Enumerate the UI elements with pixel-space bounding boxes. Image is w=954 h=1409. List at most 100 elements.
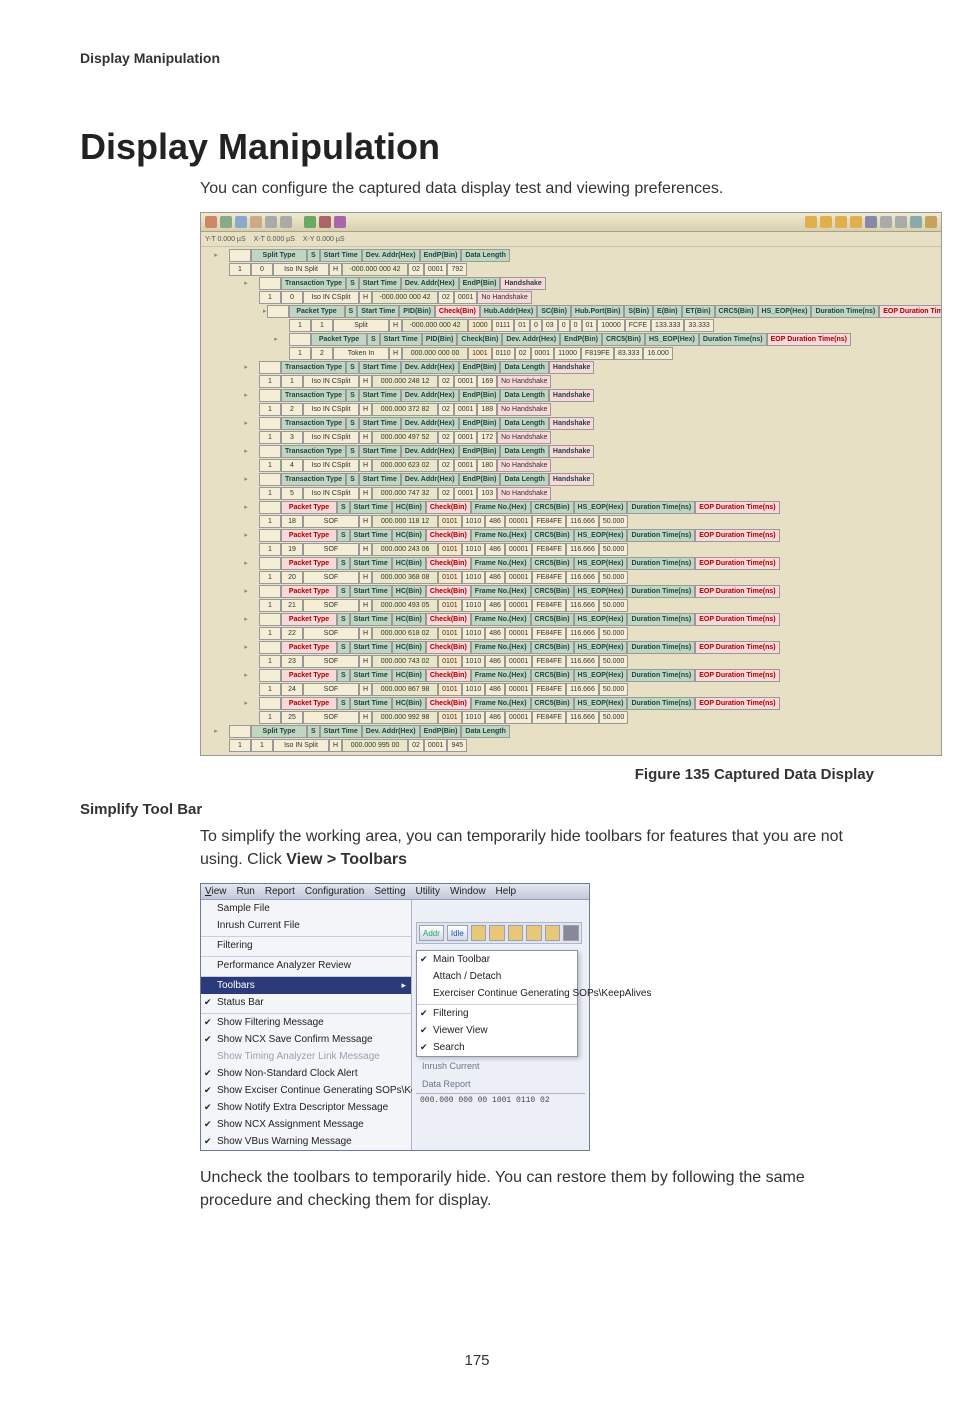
data-row[interactable]: 120SOFH000.000 368 080101101048600001FE8… bbox=[233, 571, 939, 584]
tree-expand-icon[interactable]: ▸ bbox=[233, 585, 259, 598]
tree-expand-icon[interactable]: ▸ bbox=[203, 725, 229, 738]
tree-expand-icon[interactable] bbox=[233, 571, 259, 584]
data-row[interactable]: 11Iso IN SplitH000.000 995 00020001945 bbox=[203, 739, 939, 752]
folder-icon[interactable] bbox=[526, 925, 542, 941]
data-row[interactable]: ▸Packet TypeSStart TimeHC(Bin)Check(Bin)… bbox=[233, 557, 939, 570]
zoom-out-icon[interactable] bbox=[280, 216, 292, 228]
menu-bar-item[interactable]: View bbox=[205, 886, 227, 897]
submenu-item[interactable]: Main Toolbar bbox=[417, 951, 577, 968]
submenu-item[interactable]: Viewer View bbox=[417, 1022, 577, 1039]
data-row[interactable]: 12Token InH000.000 000 00100101100200011… bbox=[263, 347, 939, 360]
data-row[interactable]: ▸Packet TypeSStart TimeHC(Bin)Check(Bin)… bbox=[233, 585, 939, 598]
data-row[interactable]: 15Iso IN CSplitH000.000 747 32020001103N… bbox=[233, 487, 939, 500]
submenu-item[interactable]: Exerciser Continue Generating SOPs\KeepA… bbox=[417, 985, 577, 1002]
submenu-item[interactable]: Search bbox=[417, 1039, 577, 1056]
tree-expand-icon[interactable] bbox=[233, 543, 259, 556]
data-row[interactable]: 13Iso IN CSplitH000.000 497 52020001172N… bbox=[233, 431, 939, 444]
tree-icon[interactable] bbox=[220, 216, 232, 228]
menu-item[interactable]: Show NCX Assignment Message bbox=[201, 1116, 411, 1133]
zoom-in-icon[interactable] bbox=[265, 216, 277, 228]
tree-expand-icon[interactable] bbox=[233, 599, 259, 612]
tree-expand-icon[interactable] bbox=[233, 403, 259, 416]
menu-item[interactable]: Inrush Current File bbox=[201, 917, 411, 934]
submenu-item[interactable]: Filtering bbox=[417, 1004, 577, 1022]
tree-expand-icon[interactable]: ▸ bbox=[233, 697, 259, 710]
menu-item[interactable]: Toolbars bbox=[201, 976, 411, 994]
lens-icon[interactable] bbox=[895, 216, 907, 228]
tree-expand-icon[interactable] bbox=[233, 655, 259, 668]
tree-expand-icon[interactable] bbox=[233, 459, 259, 472]
data-row[interactable]: ▸Transaction TypeSStart TimeDev. Addr(He… bbox=[233, 389, 939, 402]
menu-item[interactable]: Performance Analyzer Review bbox=[201, 956, 411, 974]
tree-expand-icon[interactable] bbox=[203, 263, 229, 276]
folder-icon[interactable] bbox=[850, 216, 862, 228]
data-row[interactable]: ▸Packet TypeSStart TimeHC(Bin)Check(Bin)… bbox=[233, 529, 939, 542]
tree-expand-icon[interactable] bbox=[233, 291, 259, 304]
tree-expand-icon[interactable]: ▸ bbox=[233, 613, 259, 626]
data-row[interactable]: ▸Packet TypeSStart TimeHC(Bin)Check(Bin)… bbox=[233, 641, 939, 654]
tree-expand-icon[interactable] bbox=[263, 319, 289, 332]
lens-icon[interactable] bbox=[880, 216, 892, 228]
folder-icon[interactable] bbox=[471, 925, 487, 941]
tree-expand-icon[interactable] bbox=[233, 375, 259, 388]
tree-expand-icon[interactable]: ▸ bbox=[233, 473, 259, 486]
data-row[interactable]: 11SplitH-000.000 000 4210000111010030001… bbox=[263, 319, 939, 332]
data-row[interactable]: ▸Transaction TypeSStart TimeDev. Addr(He… bbox=[233, 361, 939, 374]
tree-expand-icon[interactable]: ▸ bbox=[233, 669, 259, 682]
tree-expand-icon[interactable] bbox=[233, 515, 259, 528]
data-row[interactable]: 124SOFH000.000 867 980101101048600001FE8… bbox=[233, 683, 939, 696]
tree-expand-icon[interactable] bbox=[233, 431, 259, 444]
window-icon[interactable] bbox=[563, 925, 579, 941]
tree-expand-icon[interactable] bbox=[233, 627, 259, 640]
data-row[interactable]: 118SOFH000.000 118 120101101048600001FE8… bbox=[233, 515, 939, 528]
tree-expand-icon[interactable]: ▸ bbox=[263, 333, 289, 346]
search-icon[interactable] bbox=[250, 216, 262, 228]
menu-item[interactable]: Show NCX Save Confirm Message bbox=[201, 1031, 411, 1048]
menu-item[interactable]: Sample File bbox=[201, 900, 411, 917]
data-row[interactable]: ▸Packet TypeSStart TimeHC(Bin)Check(Bin)… bbox=[233, 669, 939, 682]
tree-expand-icon[interactable]: ▸ bbox=[233, 277, 259, 290]
folder-icon[interactable] bbox=[545, 925, 561, 941]
filter-icon[interactable] bbox=[235, 216, 247, 228]
data-row[interactable]: ▸Transaction TypeSStart TimeDev. Addr(He… bbox=[233, 417, 939, 430]
data-row[interactable]: ▸Packet TypeSStart TimeHC(Bin)Check(Bin)… bbox=[233, 697, 939, 710]
folder-icon[interactable] bbox=[489, 925, 505, 941]
data-row[interactable]: ▸Transaction TypeSStart TimeDev. Addr(He… bbox=[233, 277, 939, 290]
record-icon[interactable] bbox=[334, 216, 346, 228]
tree-expand-icon[interactable] bbox=[203, 739, 229, 752]
tree-expand-icon[interactable]: ▸ bbox=[233, 557, 259, 570]
menu-bar-item[interactable]: Report bbox=[265, 886, 295, 897]
data-row[interactable]: ▸Split TypeSStart TimeDev. Addr(Hex)EndP… bbox=[203, 249, 939, 262]
menu-bar-item[interactable]: Window bbox=[450, 886, 486, 897]
tree-expand-icon[interactable] bbox=[263, 347, 289, 360]
tree-expand-icon[interactable]: ▸ bbox=[233, 641, 259, 654]
data-row[interactable]: ▸Split TypeSStart TimeDev. Addr(Hex)EndP… bbox=[203, 725, 939, 738]
tree-expand-icon[interactable] bbox=[233, 711, 259, 724]
data-row[interactable]: 10Iso IN SplitH-000.000 000 42020001792 bbox=[203, 263, 939, 276]
menu-bar-item[interactable]: Help bbox=[496, 886, 517, 897]
menu-item[interactable]: Show Notify Extra Descriptor Message bbox=[201, 1099, 411, 1116]
data-row[interactable]: 122SOFH000.000 618 020101101048600001FE8… bbox=[233, 627, 939, 640]
tree-expand-icon[interactable]: ▸ bbox=[233, 501, 259, 514]
tree-expand-icon[interactable]: ▸ bbox=[233, 361, 259, 374]
tree-expand-icon[interactable]: ▸ bbox=[203, 249, 229, 262]
window-icon[interactable] bbox=[865, 216, 877, 228]
tree-expand-icon[interactable] bbox=[233, 487, 259, 500]
tree-expand-icon[interactable]: ▸ bbox=[233, 529, 259, 542]
idle-button[interactable]: Idle bbox=[447, 925, 468, 941]
tree-expand-icon[interactable]: ▸ bbox=[233, 417, 259, 430]
data-row[interactable]: 119SOFH000.000 243 060101101048600001FE8… bbox=[233, 543, 939, 556]
menu-item[interactable]: Show Filtering Message bbox=[201, 1013, 411, 1031]
stop-icon[interactable] bbox=[319, 216, 331, 228]
data-row[interactable]: 14Iso IN CSplitH000.000 623 02020001180N… bbox=[233, 459, 939, 472]
data-row[interactable]: ▸Packet TypeSStart TimeHC(Bin)Check(Bin)… bbox=[233, 501, 939, 514]
folder-icon[interactable] bbox=[820, 216, 832, 228]
menu-item[interactable]: Show Exciser Continue Generating SOPs\Ke… bbox=[201, 1082, 411, 1099]
data-row[interactable]: 11Iso IN CSplitH000.000 248 12020001169N… bbox=[233, 375, 939, 388]
data-row[interactable]: ▸Packet TypeSStart TimePID(Bin)Check(Bin… bbox=[263, 333, 939, 346]
gear-icon[interactable] bbox=[910, 216, 922, 228]
data-row[interactable]: 125SOFH000.000 992 980101101048600001FE8… bbox=[233, 711, 939, 724]
data-row[interactable]: ▸Transaction TypeSStart TimeDev. Addr(He… bbox=[233, 445, 939, 458]
menu-item[interactable]: Filtering bbox=[201, 936, 411, 954]
folder-icon[interactable] bbox=[508, 925, 524, 941]
